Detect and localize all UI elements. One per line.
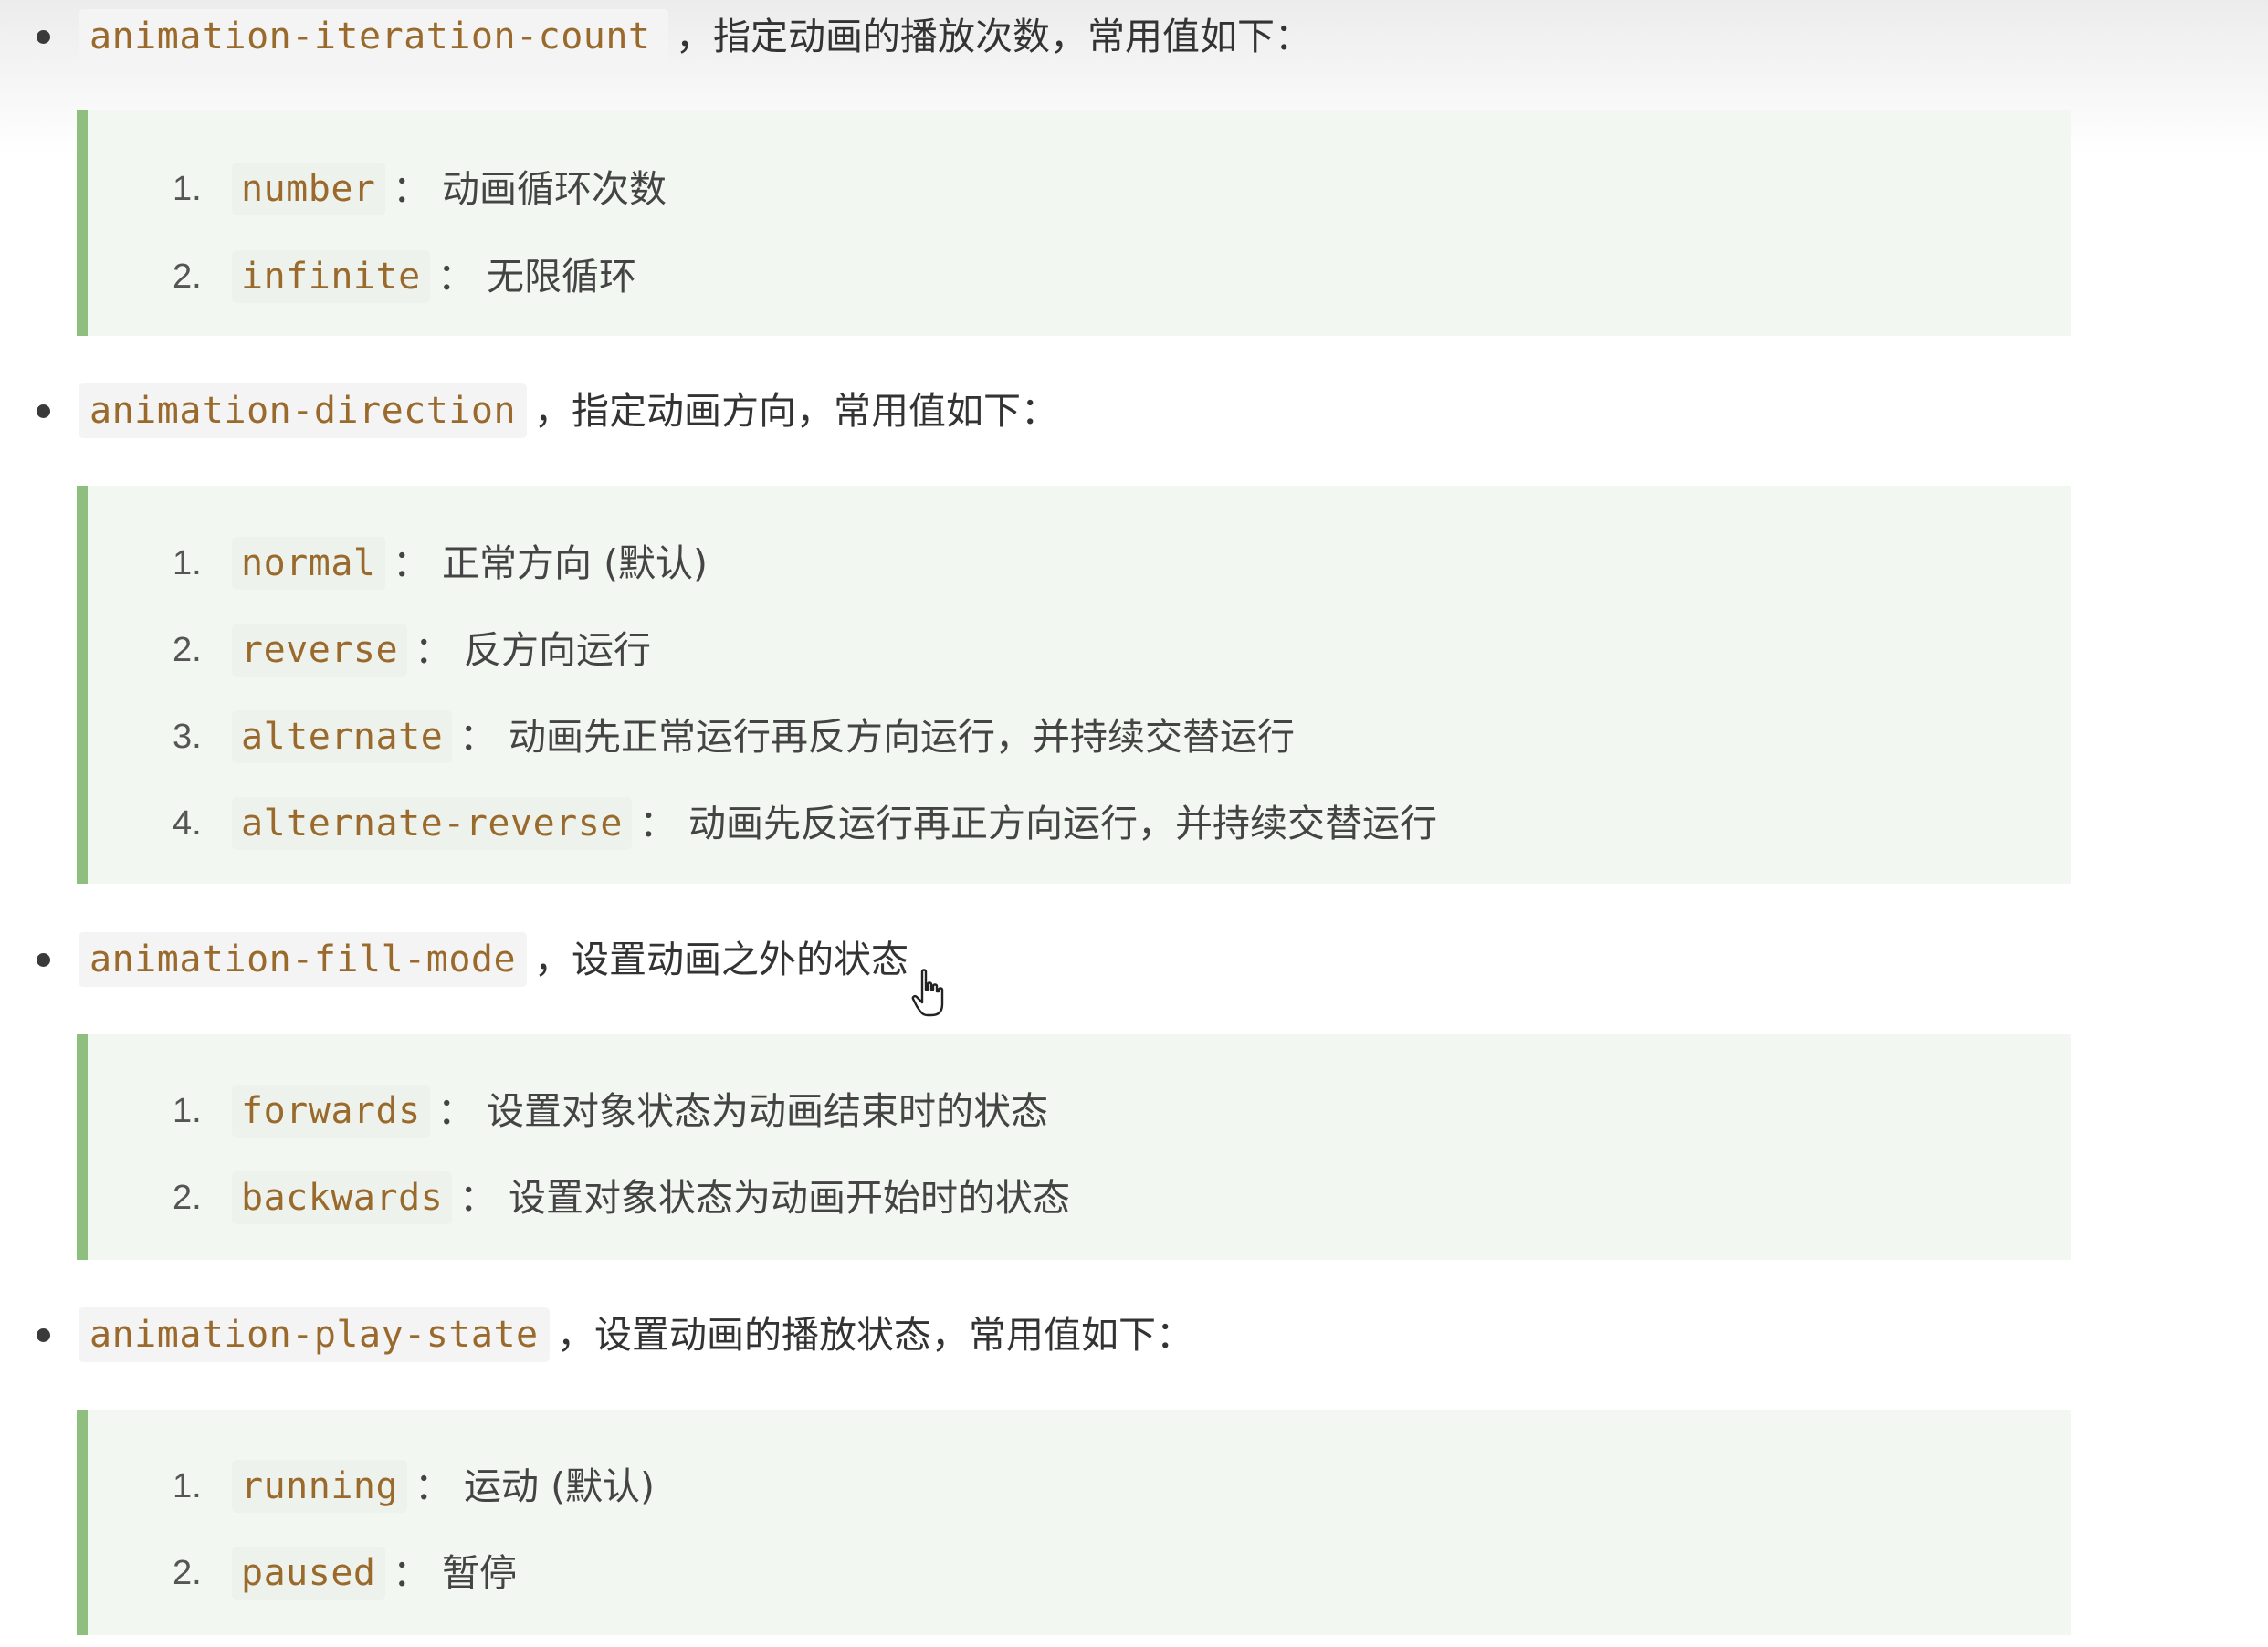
bullet-dot (37, 404, 50, 418)
item-number: 2. (173, 1179, 202, 1217)
values-blockquote: 1. forwards ： 设置对象状态为动画结束时的状态 2. backwar… (77, 1034, 2071, 1260)
value-description: ： 无限循环 (437, 255, 637, 299)
value-description: ： 动画循环次数 (393, 167, 667, 211)
values-blockquote: 1. number ： 动画循环次数 2. infinite ： 无限循环 (77, 110, 2071, 336)
item-number: 1. (173, 170, 202, 208)
item-number: 1. (173, 1092, 202, 1130)
value-code: reverse (232, 624, 408, 677)
item-number: 1. (173, 544, 202, 582)
value-description: ： 设置对象状态为动画开始时的状态 (459, 1176, 1071, 1220)
property-code: animation-iteration-count (79, 9, 668, 64)
values-blockquote: 1. running ： 运动 (默认) 2. paused ： 暂停 (77, 1410, 2071, 1635)
property-code: animation-direction (79, 383, 528, 438)
bullet-dot (37, 1328, 50, 1342)
item-number: 4. (173, 804, 202, 843)
value-code: normal (232, 537, 385, 590)
value-code: infinite (232, 250, 430, 303)
value-description: ： 动画先正常运行再反方向运行，并持续交替运行 (459, 715, 1296, 759)
hand-pointer-icon (911, 969, 944, 1017)
value-description: ： 正常方向 (默认) (393, 541, 709, 585)
value-code: number (232, 163, 385, 215)
value-description: ： 运动 (默认) (415, 1464, 656, 1508)
item-number: 2. (173, 257, 202, 296)
value-code: alternate-reverse (232, 797, 632, 850)
property-code: animation-fill-mode (79, 932, 528, 987)
property-code: animation-play-state (79, 1307, 550, 1362)
value-code: paused (232, 1547, 385, 1600)
item-number: 2. (173, 1554, 202, 1592)
bullet-dot (37, 30, 50, 44)
item-number: 1. (173, 1467, 202, 1505)
property-description: ，设置动画之外的状态 (534, 938, 908, 981)
property-description: ，指定动画的播放次数，常用值如下： (676, 15, 1312, 58)
value-description: ： 暂停 (393, 1551, 518, 1595)
property-description: ，指定动画方向，常用值如下： (534, 389, 1058, 433)
value-code: forwards (232, 1085, 430, 1138)
values-blockquote: 1. normal ： 正常方向 (默认) 2. reverse ： 反方向运行… (77, 486, 2071, 884)
value-description: ： 设置对象状态为动画结束时的状态 (437, 1089, 1049, 1133)
value-code: running (232, 1460, 408, 1513)
value-description: ： 动画先反运行再正方向运行，并持续交替运行 (639, 802, 1438, 845)
value-code: alternate (232, 710, 453, 763)
bullet-dot (37, 953, 50, 967)
property-description: ，设置动画的播放状态，常用值如下： (557, 1313, 1193, 1357)
item-number: 3. (173, 718, 202, 756)
value-description: ： 反方向运行 (415, 628, 652, 672)
item-number: 2. (173, 631, 202, 669)
value-code: backwards (232, 1171, 453, 1224)
